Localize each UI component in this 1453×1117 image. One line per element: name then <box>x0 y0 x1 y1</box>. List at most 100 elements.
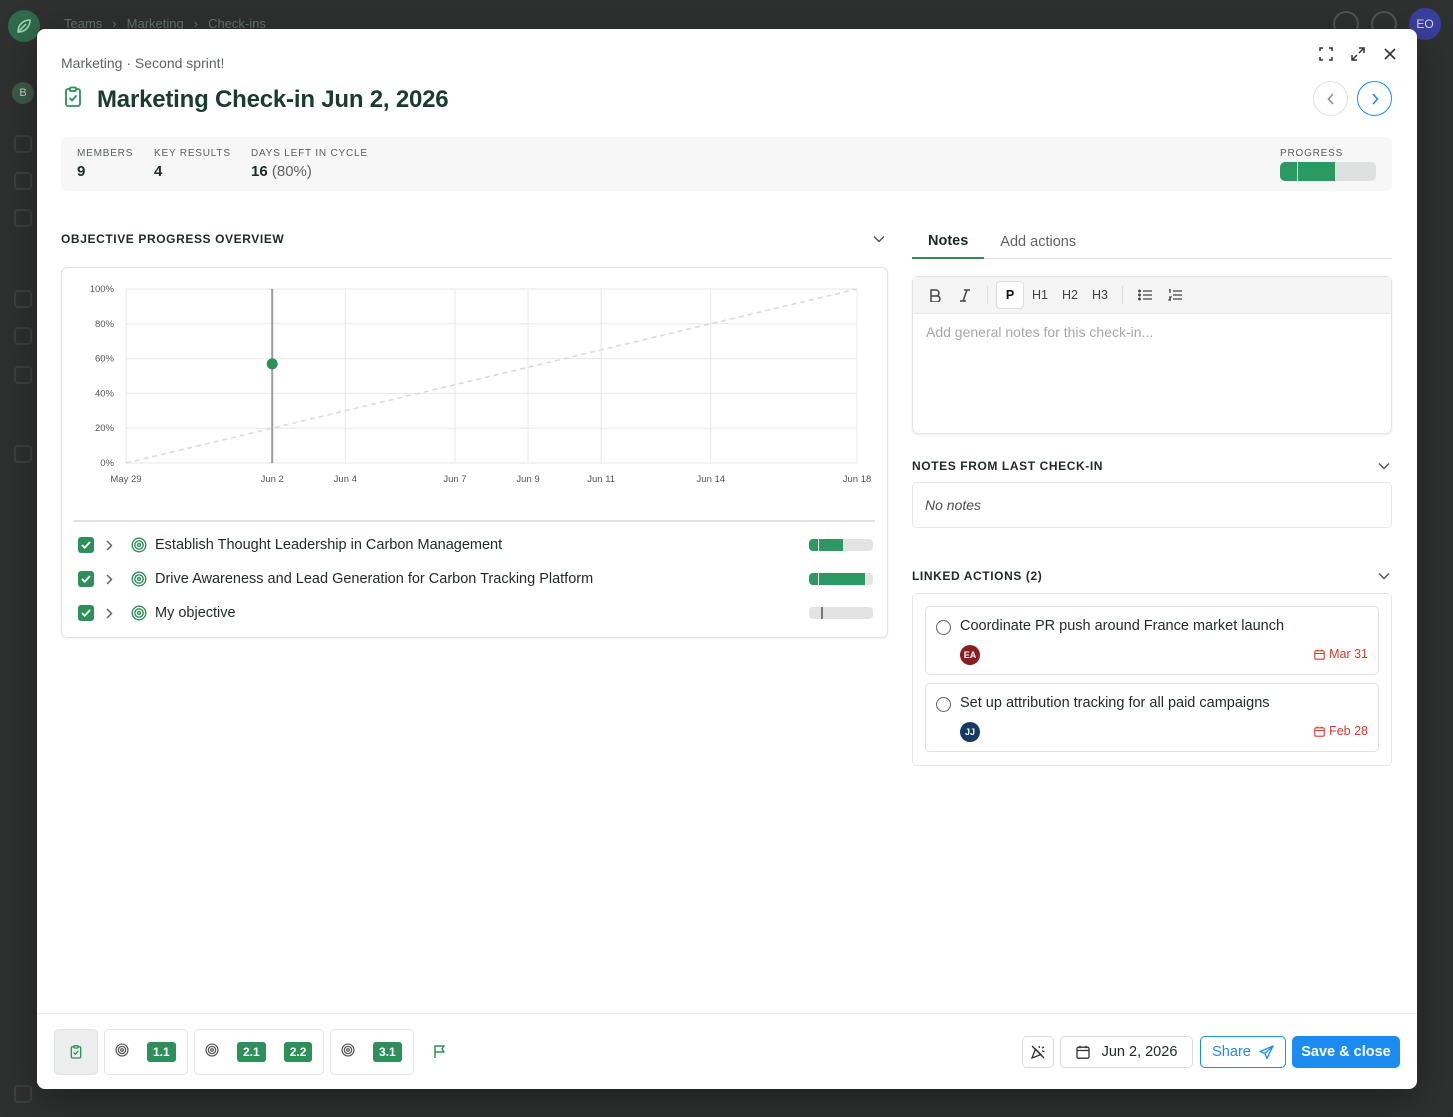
toolbar-separator <box>1122 286 1123 304</box>
due-date-text: Mar 31 <box>1329 647 1368 661</box>
heading-3-button[interactable]: H3 <box>1086 281 1114 309</box>
stat-key-results-value: 4 <box>154 163 163 180</box>
app-logo-icon[interactable] <box>8 10 40 42</box>
y-tick-label: 80% <box>95 319 115 330</box>
toolbar-separator <box>987 286 988 304</box>
stat-members-value: 9 <box>77 163 86 180</box>
x-tick-label: Jun 9 <box>516 474 539 485</box>
action-complete-radio[interactable] <box>936 620 951 635</box>
objective-key-results-group[interactable]: 1.1 <box>104 1029 188 1075</box>
checkin-summary-button[interactable] <box>54 1029 98 1075</box>
action-due-date: Mar 31 <box>1314 647 1368 661</box>
expand-chevron-icon[interactable] <box>106 573 118 585</box>
numbered-list-button[interactable] <box>1161 281 1189 309</box>
days-left-percent: (80%) <box>271 163 312 180</box>
gear-icon[interactable] <box>14 445 32 463</box>
paragraph-button[interactable]: P <box>996 281 1024 309</box>
activity-icon[interactable] <box>14 290 32 308</box>
objective-progress-bar <box>809 573 873 585</box>
expand-chevron-icon[interactable] <box>106 539 118 551</box>
bold-button[interactable] <box>921 281 949 309</box>
linked-actions-collapse-chevron-icon[interactable] <box>1376 568 1392 584</box>
objective-progress-card: 100% 80% 60% 40% 20% 0% May 29 Jun 2 Jun 4 Jun 7 J… <box>61 267 888 638</box>
action-due-date: Feb 28 <box>1314 724 1368 738</box>
stats-bar: MEMBERS 9 KEY RESULTS 4 DAYS LEFT IN CYC… <box>61 137 1392 191</box>
objective-key-results-group[interactable]: 3.1 <box>330 1029 414 1075</box>
overview-collapse-chevron-icon[interactable] <box>871 231 887 247</box>
checkin-date-picker[interactable]: Jun 2, 2026 <box>1060 1036 1193 1068</box>
share-button-label: Share <box>1212 1044 1251 1060</box>
background-topbar: Teams › Marketing › Check-ins EO <box>0 0 1453 42</box>
users-settings-icon[interactable] <box>14 366 32 384</box>
workspace-avatar[interactable]: B <box>12 82 34 104</box>
action-card[interactable]: Set up attribution tracking for all paid… <box>925 683 1379 752</box>
objective-checkbox[interactable] <box>78 571 94 587</box>
calendar-icon <box>1314 649 1325 660</box>
people-icon[interactable] <box>14 209 32 227</box>
action-label: Set up attribution tracking for all paid… <box>960 695 1270 711</box>
days-left-number: 16 <box>251 163 268 180</box>
notes-input[interactable]: Add general notes for this check-in... <box>913 314 1391 350</box>
assignee-avatar: JJ <box>960 722 980 742</box>
bullet-list-button[interactable] <box>1131 281 1159 309</box>
editor-toolbar: P H1 H2 H3 <box>913 277 1391 314</box>
objective-progress-bar <box>809 607 873 619</box>
next-checkin-button[interactable] <box>1357 81 1392 116</box>
objective-progress-marker <box>821 607 823 619</box>
key-result-badge[interactable]: 2.2 <box>283 1042 313 1062</box>
explore-icon[interactable] <box>14 172 32 190</box>
objective-progress-fill <box>809 573 866 585</box>
list-icon[interactable] <box>14 327 32 345</box>
objective-row[interactable]: Drive Awareness and Lead Generation for … <box>78 567 873 591</box>
action-card[interactable]: Coordinate PR push around France market … <box>925 606 1379 675</box>
heading-1-button[interactable]: H1 <box>1026 281 1054 309</box>
heading-2-button[interactable]: H2 <box>1056 281 1084 309</box>
stat-key-results: KEY RESULTS 4 <box>154 148 231 180</box>
fullscreen-icon[interactable] <box>1317 45 1335 63</box>
overall-progress-fill <box>1280 162 1335 181</box>
target-icon <box>115 1042 129 1062</box>
checkin-navigation <box>1313 81 1392 116</box>
key-result-badge[interactable]: 1.1 <box>147 1042 176 1062</box>
flag-icon[interactable] <box>433 1044 447 1064</box>
key-result-badge[interactable]: 2.1 <box>237 1042 266 1062</box>
y-tick-label: 0% <box>100 458 114 469</box>
y-tick-label: 100% <box>90 284 115 295</box>
previous-checkin-button[interactable] <box>1313 81 1348 116</box>
window-controls <box>1317 45 1399 63</box>
linked-actions-list: Coordinate PR push around France market … <box>912 593 1392 766</box>
progress-data-point <box>266 358 278 370</box>
save-and-close-button[interactable]: Save & close <box>1292 1036 1400 1068</box>
calendar-icon <box>1314 726 1325 737</box>
due-date-text: Feb 28 <box>1329 724 1368 738</box>
italic-button[interactable] <box>951 281 979 309</box>
stat-days-left: DAYS LEFT IN CYCLE 16 (80%) <box>251 148 368 180</box>
notes-tabs: Notes Add actions <box>912 225 1392 259</box>
share-button[interactable]: Share <box>1200 1036 1286 1068</box>
sidebar-toggle-icon[interactable] <box>14 1085 32 1103</box>
modal-title-row: Marketing Check-in Jun 2, 2026 <box>61 85 449 114</box>
modal-footer: 1.1 2.1 2.2 3.1 Jun 2, 2026 Share Save & cl… <box>37 1013 1417 1089</box>
notes-editor: P H1 H2 H3 Add general notes for this ch… <box>912 276 1392 434</box>
expand-chevron-icon[interactable] <box>106 607 118 619</box>
objective-label: My objective <box>155 605 236 621</box>
celebrate-button[interactable] <box>1022 1036 1054 1068</box>
objective-checkbox[interactable] <box>78 537 94 553</box>
action-complete-radio[interactable] <box>936 697 951 712</box>
objective-checkbox[interactable] <box>78 605 94 621</box>
objective-key-results-group[interactable]: 2.1 2.2 <box>194 1029 324 1075</box>
key-result-badge[interactable]: 3.1 <box>373 1042 402 1062</box>
x-tick-label: Jun 4 <box>334 474 357 485</box>
objective-row[interactable]: My objective <box>78 601 873 625</box>
y-tick-label: 20% <box>95 423 115 434</box>
tab-add-actions[interactable]: Add actions <box>984 225 1092 259</box>
expand-icon[interactable] <box>1349 45 1367 63</box>
x-tick-label: Jun 7 <box>443 474 466 485</box>
objective-row[interactable]: Establish Thought Leadership in Carbon M… <box>78 533 873 557</box>
home-icon[interactable] <box>14 135 32 153</box>
notes-last-collapse-chevron-icon[interactable] <box>1376 458 1392 474</box>
target-icon <box>131 605 147 621</box>
close-icon[interactable] <box>1381 45 1399 63</box>
x-tick-label: Jun 18 <box>843 474 872 485</box>
tab-notes[interactable]: Notes <box>912 225 985 259</box>
